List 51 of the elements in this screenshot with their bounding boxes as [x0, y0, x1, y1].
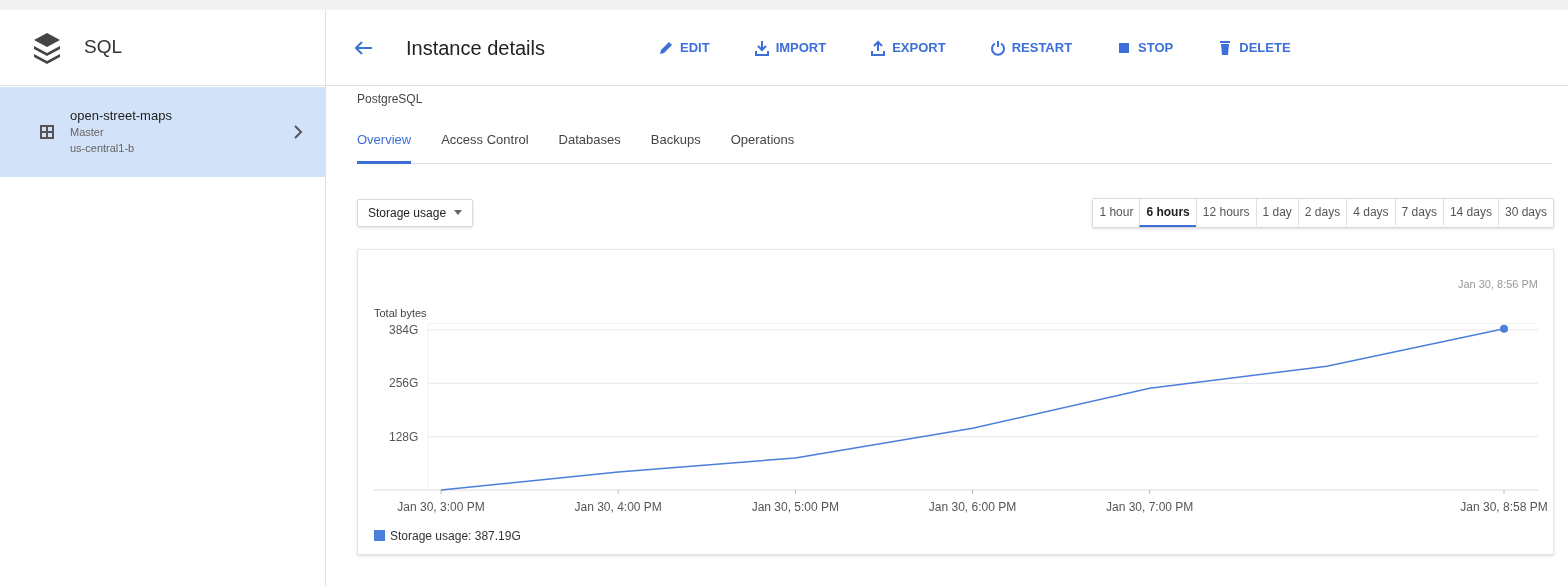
power-icon [989, 39, 1006, 56]
latest-timestamp: Jan 30, 8:56 PM [1457, 277, 1538, 290]
product-name: SQL [84, 35, 123, 60]
chevron-right-icon [294, 125, 303, 139]
time-range-option[interactable]: 4 days [1346, 198, 1395, 227]
instance-name: open-street-maps [70, 108, 173, 124]
engine-label: PostgreSQL [357, 91, 423, 108]
latest-point [1500, 324, 1508, 333]
time-range-option[interactable]: 1 day [1255, 198, 1298, 227]
upload-icon [870, 39, 887, 56]
legend-label: Storage usage: 387.19G [390, 528, 521, 543]
time-range-option[interactable]: 30 days [1497, 198, 1553, 227]
instance-role: Master [70, 125, 105, 140]
instance-zone: us-central1-b [70, 141, 136, 156]
y-axis-title: Total bytes [374, 306, 427, 319]
legend-swatch [374, 529, 385, 541]
x-tick-label: Jan 30, 5:00 PM [751, 499, 840, 514]
tab[interactable]: Operations [730, 129, 795, 164]
export-button[interactable]: EXPORT [870, 37, 946, 58]
time-range-option[interactable]: 2 days [1297, 198, 1347, 227]
y-tick-label: 384G [389, 322, 419, 337]
x-tick-label: Jan 30, 3:00 PM [397, 499, 485, 514]
time-range-option[interactable]: 12 hours [1195, 198, 1256, 227]
back-arrow-icon [353, 39, 373, 56]
time-range-option[interactable]: 1 hour [1093, 198, 1140, 227]
download-icon [753, 39, 770, 56]
x-tick-label: Jan 30, 8:58 PM [1460, 499, 1548, 514]
time-range-option[interactable]: 7 days [1394, 198, 1443, 227]
restart-button[interactable]: RESTART [989, 37, 1073, 58]
stop-button[interactable]: STOP [1116, 37, 1174, 58]
y-tick-label: 128G [389, 429, 419, 444]
edit-button[interactable]: EDIT [658, 37, 710, 58]
import-button[interactable]: IMPORT [753, 37, 827, 58]
tab[interactable]: Databases [558, 129, 621, 164]
instance-item[interactable]: open-street-maps Master us-central1-b [0, 87, 325, 177]
grid-icon [40, 125, 54, 139]
pencil-icon [658, 39, 674, 56]
delete-button[interactable]: DELETE [1217, 37, 1291, 58]
layers-icon [32, 30, 62, 65]
tab[interactable]: Backups [650, 129, 701, 164]
time-range-option[interactable]: 14 days [1442, 198, 1498, 227]
x-tick-label: Jan 30, 4:00 PM [574, 499, 662, 514]
tab[interactable]: Access Control [441, 129, 529, 164]
tab[interactable]: Overview [357, 129, 412, 164]
page-title: Instance details [406, 35, 546, 61]
dropdown-caret-icon [454, 210, 463, 215]
time-range-option[interactable]: 6 hours [1139, 198, 1196, 227]
metric-dropdown[interactable]: Storage usage [357, 198, 474, 227]
x-tick-label: Jan 30, 6:00 PM [928, 499, 1017, 514]
y-tick-label: 256G [389, 375, 419, 390]
x-tick-label: Jan 30, 7:00 PM [1105, 499, 1194, 514]
